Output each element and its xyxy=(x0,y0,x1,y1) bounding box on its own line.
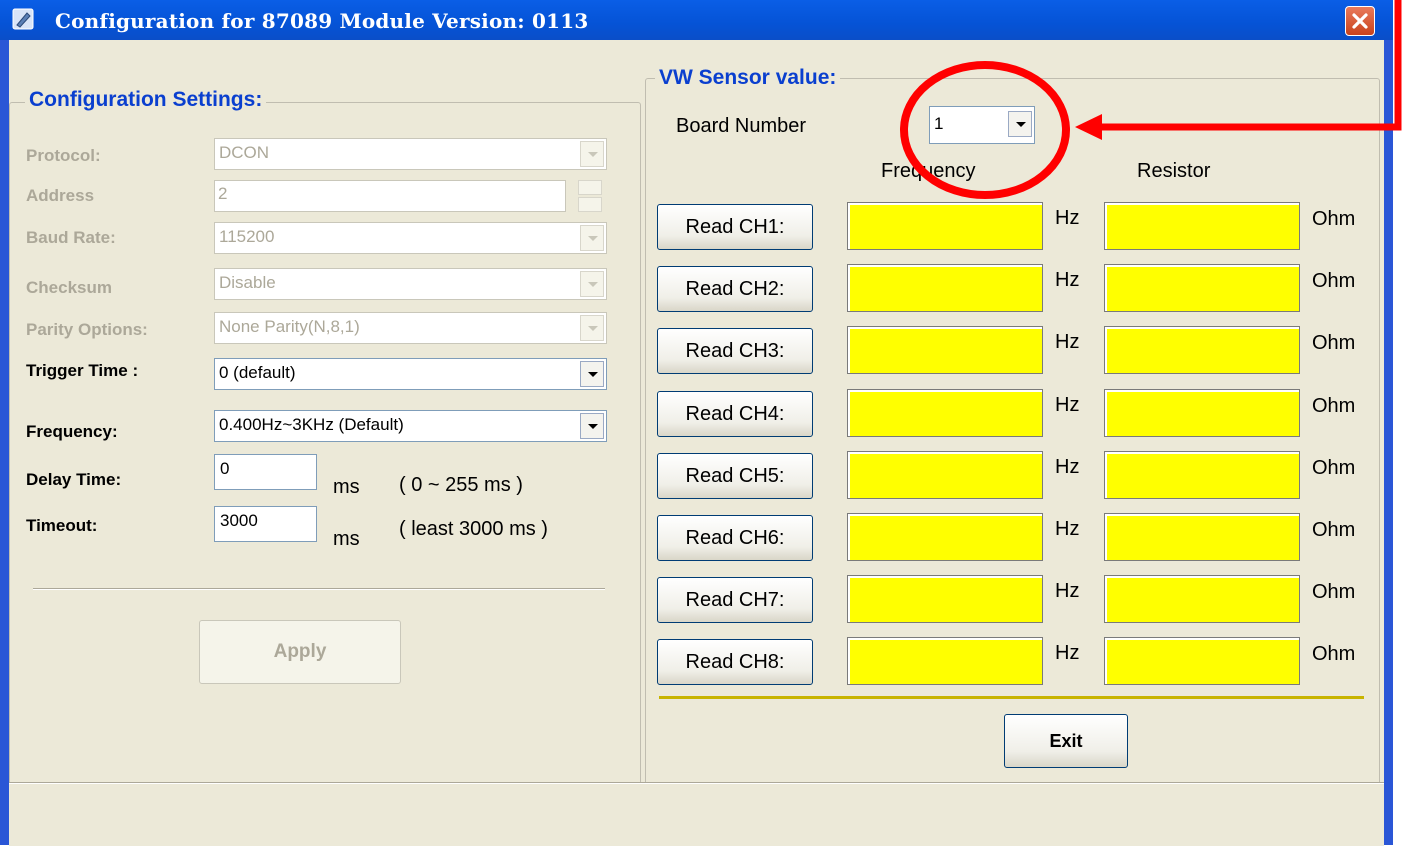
annotation-overlay xyxy=(900,0,1402,199)
annotation-arrow-line xyxy=(1095,0,1402,131)
annotation-circle xyxy=(900,61,1070,199)
annotation-arrow-head xyxy=(1075,114,1102,140)
